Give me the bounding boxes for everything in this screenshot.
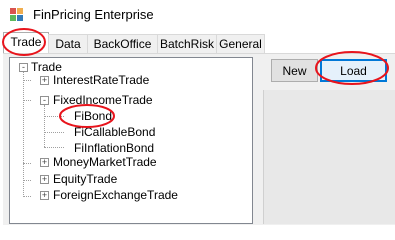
annotation-circle-fibond xyxy=(59,104,115,128)
annotation-overlay xyxy=(2,28,389,128)
annotation-circle-trade-tab xyxy=(2,28,46,56)
annotation-circle-load xyxy=(315,51,389,85)
